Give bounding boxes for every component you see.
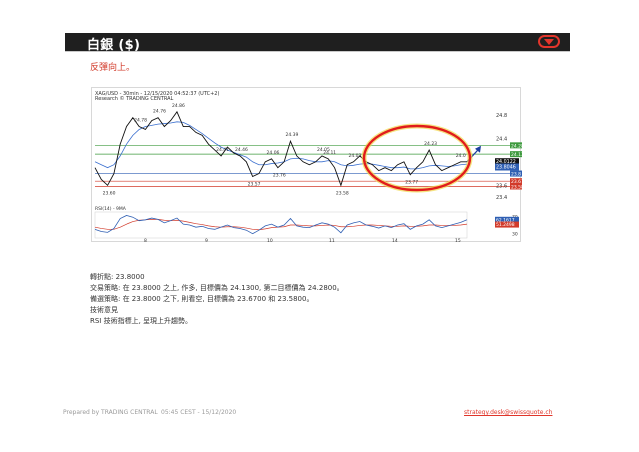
header-bar: 白銀 ($) xyxy=(65,33,570,53)
comment-text: RSI 技術指標上, 呈現上升趨勢。 xyxy=(90,317,193,325)
strategy-line: 交易策略: 在 23.8000 之上, 作多, 目標價為 24.1300, 第二… xyxy=(90,284,344,292)
price-annotation-5: 24.39 xyxy=(285,132,298,138)
price-annotation-6: 24.06 xyxy=(267,150,280,156)
date-tick-2: 10 xyxy=(267,238,273,243)
comment-title: 技術意見 xyxy=(90,306,118,314)
price-annotation-3: 24.41 xyxy=(216,147,229,153)
alternative-line: 備選策略: 在 23.8000 之下, 則看空, 目標價為 23.6700 和 … xyxy=(90,295,314,303)
price-annotation-10: 24.23 xyxy=(424,141,437,147)
date-tick-4: 14 xyxy=(392,238,398,243)
rsi-line xyxy=(94,215,468,235)
price-annotation-11: 24.0 xyxy=(456,153,466,159)
price-annotation-16: 23.77 xyxy=(405,180,418,186)
date-tick-3: 11 xyxy=(329,238,335,243)
date-tick-5: 15 xyxy=(455,238,461,243)
price-annotation-14: 23.76 xyxy=(273,173,286,179)
chart-frame: XAG/USD - 30min - 12/15/2020 04:52:37 (U… xyxy=(91,87,522,243)
price-annotation-15: 23.58 xyxy=(336,190,349,196)
page-title: 白銀 ($) xyxy=(87,38,141,53)
price-tick-1: 24.4 xyxy=(496,136,507,142)
pivot-line: 轉折點: 23.8000 xyxy=(90,273,145,281)
price-annotation-4: 24.46 xyxy=(235,147,248,153)
price-annotation-0: 24.78 xyxy=(134,118,147,124)
subtitle: 反彈向上。 xyxy=(90,63,136,73)
rsi-pane-border xyxy=(94,211,468,239)
date-tick-1: 9 xyxy=(205,238,208,243)
price-annotation-13: 23.57 xyxy=(248,181,261,187)
analysis-block: 轉折點: 23.8000 交易策略: 在 23.8000 之上, 作多, 目標價… xyxy=(90,272,344,327)
price-tick-0: 24.8 xyxy=(496,113,507,119)
price-annotation-9: 24.03 xyxy=(349,153,362,159)
footer-prepared-by: Prepared by TRADING CENTRAL xyxy=(63,409,158,416)
rsi-tick-2: 30 xyxy=(512,232,518,238)
last-price-label-1: 23.8046 xyxy=(496,164,516,170)
price-annotation-8: 24.11 xyxy=(323,150,336,156)
level-label-4: 23.58 xyxy=(511,184,522,190)
collapse-button[interactable] xyxy=(538,35,560,48)
level-label-0: 24.28 xyxy=(511,143,522,149)
date-tick-0: 8 xyxy=(144,238,147,243)
footer-timestamp: 05:45 CEST - 15/12/2020 xyxy=(161,409,237,416)
chevron-down-icon xyxy=(544,39,554,45)
price-tick-3: 23.6 xyxy=(496,183,507,189)
rsi-ma-line xyxy=(94,219,468,231)
level-label-1: 24.13 xyxy=(511,152,522,158)
footer-email-link[interactable]: strategy.desk@swissquote.ch xyxy=(464,409,552,416)
price-annotation-2: 24.86 xyxy=(172,103,185,109)
price-annotation-12: 23.60 xyxy=(103,190,116,196)
rsi-label: RSI(14) - 9MA xyxy=(95,206,127,212)
chart-header-line2: Research © TRADING CENTRAL xyxy=(95,95,174,102)
rsi-box-label-1: 51.2498 xyxy=(496,222,515,228)
price-annotation-1: 24.76 xyxy=(153,109,166,115)
price-tick-4: 23.4 xyxy=(496,195,507,201)
level-label-2: 23.8 xyxy=(511,172,521,178)
price-chart: XAG/USD - 30min - 12/15/2020 04:52:37 (U… xyxy=(94,91,522,243)
